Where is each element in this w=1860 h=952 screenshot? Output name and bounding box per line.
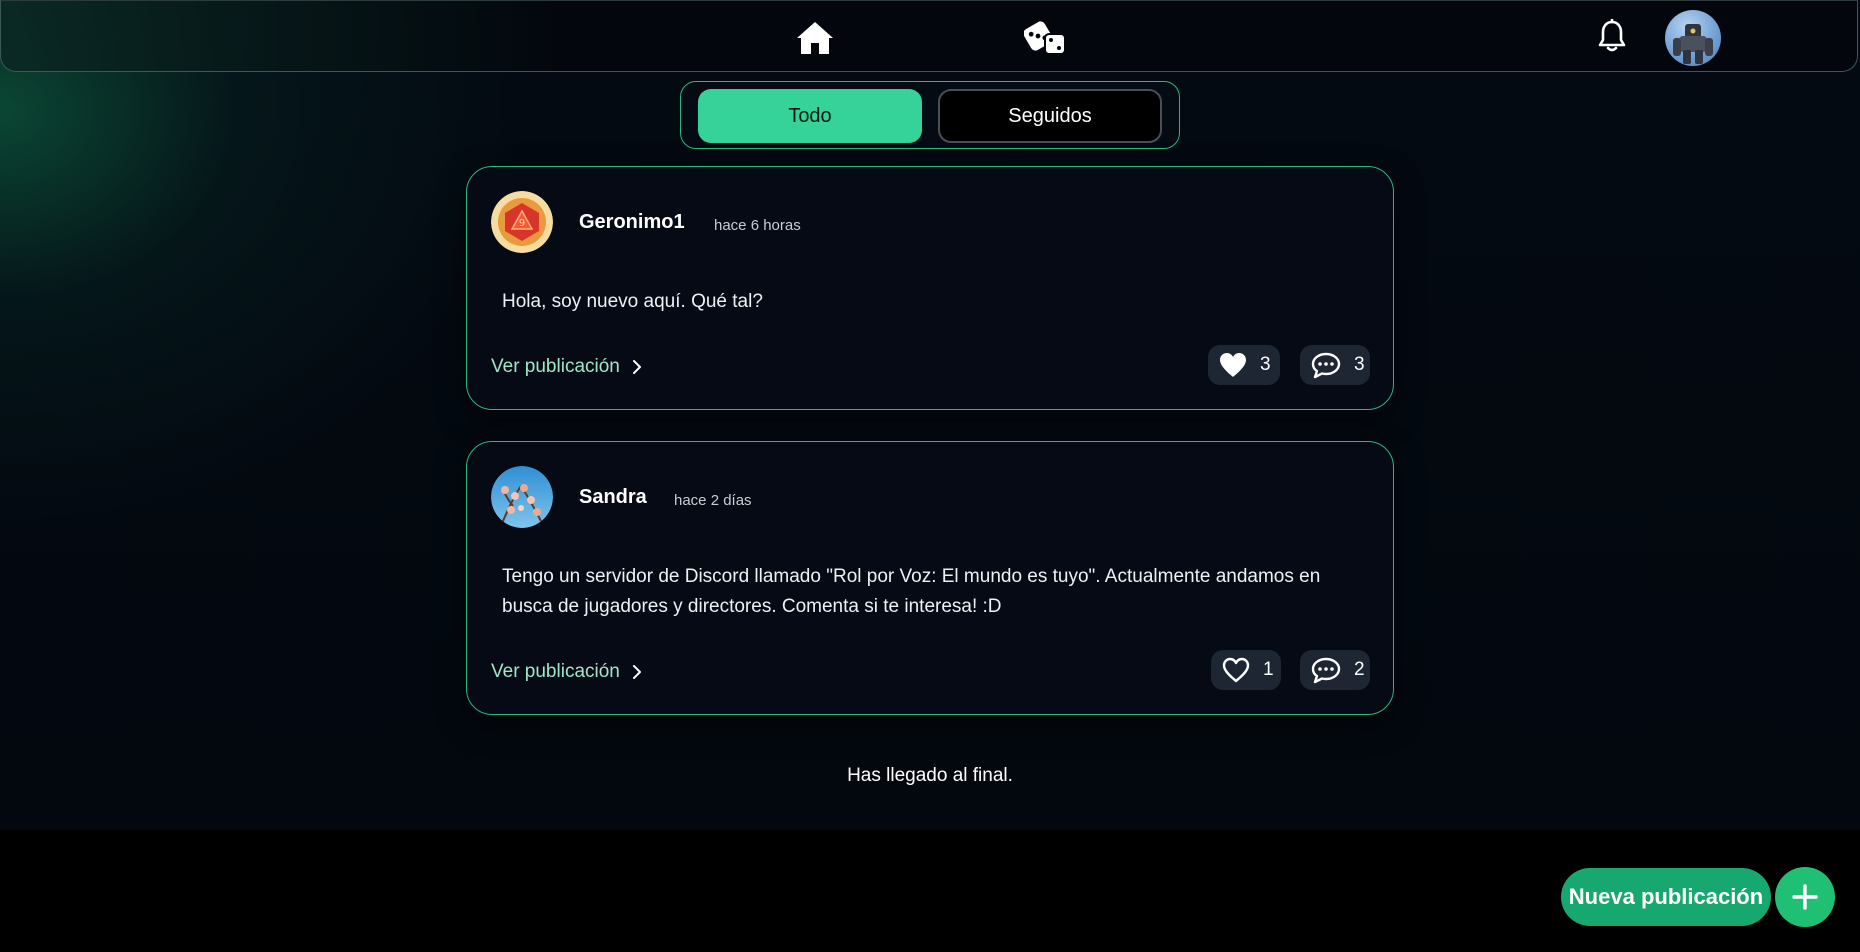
tab-following[interactable]: Seguidos [938, 89, 1162, 143]
view-post-label: Ver publicación [491, 356, 620, 377]
comment-button[interactable]: 2 [1300, 650, 1370, 690]
bell-icon[interactable] [1595, 18, 1629, 54]
top-navbar [0, 0, 1858, 72]
heart-filled-icon [1218, 351, 1248, 379]
add-post-button[interactable] [1775, 867, 1835, 927]
new-post-button[interactable]: Nueva publicación [1561, 868, 1771, 926]
comment-icon [1310, 656, 1342, 684]
comment-button[interactable]: 3 [1300, 345, 1370, 385]
post-time: hace 6 horas [714, 217, 801, 234]
author-avatar[interactable]: 9 [491, 191, 553, 253]
view-post-label: Ver publicación [491, 661, 620, 682]
comment-count: 3 [1354, 354, 1365, 375]
post-body: Tengo un servidor de Discord llamado "Ro… [502, 566, 1321, 617]
chevron-right-icon [632, 664, 642, 680]
home-icon[interactable] [795, 19, 835, 57]
like-button[interactable]: 3 [1208, 345, 1280, 385]
post-author[interactable]: Geronimo1 [579, 211, 685, 234]
view-post-link[interactable]: Ver publicación [491, 661, 642, 683]
tab-all[interactable]: Todo [698, 89, 922, 143]
feed-filter-tabs: Todo Seguidos [680, 81, 1180, 149]
like-button[interactable]: 1 [1211, 650, 1281, 690]
comment-count: 2 [1354, 659, 1365, 680]
author-avatar[interactable] [491, 466, 553, 528]
post-time: hace 2 días [674, 492, 752, 509]
end-of-feed-message: Has llegado al final. [847, 765, 1013, 786]
user-avatar[interactable] [1665, 10, 1721, 66]
chevron-right-icon [632, 359, 642, 375]
like-count: 3 [1260, 354, 1271, 375]
svg-text:9: 9 [519, 218, 525, 229]
comment-icon [1310, 351, 1342, 379]
post-body: Hola, soy nuevo aquí. Qué tal? [502, 291, 763, 312]
post-card: Sandra hace 2 días Tengo un servidor de … [466, 441, 1394, 715]
like-count: 1 [1263, 659, 1274, 680]
post-author[interactable]: Sandra [579, 486, 647, 509]
view-post-link[interactable]: Ver publicación [491, 356, 642, 378]
plus-icon [1791, 883, 1819, 911]
heart-outline-icon [1221, 656, 1251, 684]
page: Todo Seguidos 9 Geronimo1 hace 6 horas H… [0, 0, 1860, 952]
dice-icon[interactable] [1023, 19, 1067, 57]
post-card: 9 Geronimo1 hace 6 horas Hola, soy nuevo… [466, 166, 1394, 410]
